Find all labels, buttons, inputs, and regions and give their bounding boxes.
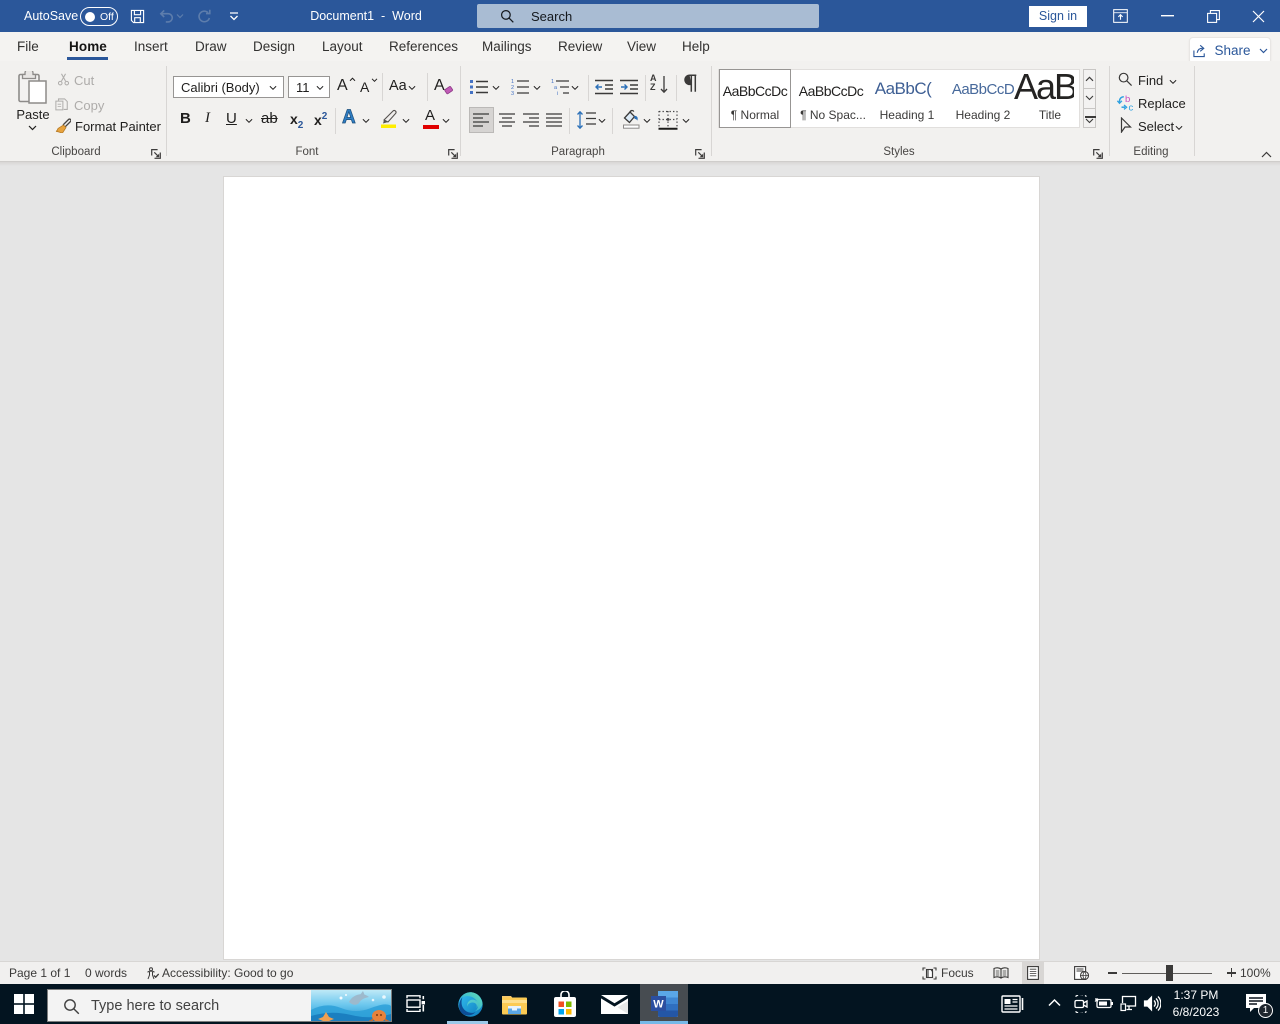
svg-text:3: 3	[511, 91, 514, 95]
svg-text:c: c	[1129, 103, 1134, 112]
svg-text:W: W	[653, 999, 664, 1011]
svg-text:i: i	[557, 91, 558, 95]
